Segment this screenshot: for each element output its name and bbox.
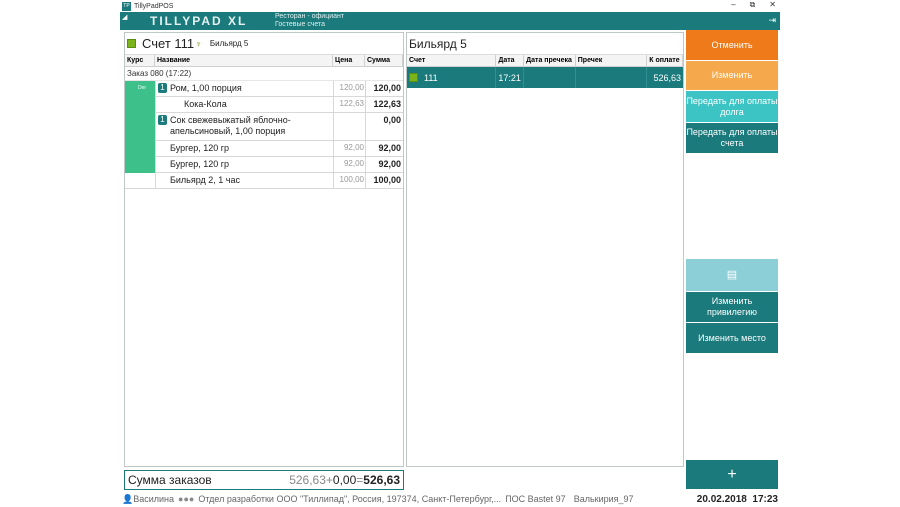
app-icon: TP xyxy=(122,1,131,11)
order-label: Заказ 080 (17:22) xyxy=(125,67,403,81)
change-place-button[interactable]: Изменить место xyxy=(686,323,778,354)
item-price: 100,00 xyxy=(333,173,365,188)
role-info: Ресторан - официант Гостевые счета xyxy=(275,13,344,29)
window-title: TillyPadPOS xyxy=(134,2,174,10)
minimize-button[interactable]: – xyxy=(731,0,735,10)
table-row[interactable]: 1 Сок свежевыжатый яблочно-апельсиновый, … xyxy=(125,113,403,141)
column-header: Дата xyxy=(496,55,525,66)
column-header: Пречек xyxy=(576,55,648,66)
status-pos: ПОС Bastet 97 xyxy=(505,494,566,504)
seat-badge: 1 xyxy=(158,115,167,125)
title-bar: TP TillyPadPOS – ⧉ ✕ xyxy=(120,0,780,12)
total-eq: = xyxy=(356,473,364,487)
total-extra: 0,00 xyxy=(332,473,357,487)
total-result: 526,63 xyxy=(363,473,400,487)
item-price xyxy=(333,113,365,140)
column-header: Счет xyxy=(407,55,497,66)
user-icon: 👤 xyxy=(122,493,134,504)
course-block[interactable]: Der xyxy=(125,81,155,173)
bills-title: Бильярд 5 xyxy=(407,33,683,55)
change-button[interactable]: Изменить xyxy=(686,61,778,91)
table-row[interactable]: Бургер, 120 гр 92,00 92,00 xyxy=(125,141,403,157)
status-datetime: 20.02.2018 17:23 xyxy=(697,494,778,505)
receipt-icon[interactable]: ▤ xyxy=(686,259,778,292)
column-header: Дата пречека xyxy=(524,55,576,66)
total-label: Сумма заказов xyxy=(128,473,212,487)
status-time: 17:23 xyxy=(752,493,778,505)
column-header: Курс xyxy=(125,55,155,66)
bill-date: 17:21 xyxy=(496,67,525,88)
status-square-icon xyxy=(409,73,418,82)
logo: TILLYPAD XL xyxy=(150,14,248,28)
account-header: Счет 111 ♆ Бильярд 5 xyxy=(125,33,403,55)
order-columns: Курс Название Цена Сумма xyxy=(125,55,403,67)
status-square-icon xyxy=(127,39,136,48)
menu-corner-icon[interactable]: ◢ xyxy=(122,13,127,21)
order-rows: Der 1 Ром, 1,00 порция 120,00 120,00 Кока… xyxy=(125,81,403,189)
table-row[interactable]: Кока-Кола 122,63 122,63 xyxy=(125,97,403,113)
item-sum: 100,00 xyxy=(365,173,403,188)
column-header: Сумма xyxy=(365,55,403,66)
table-row[interactable]: Бильярд 2, 1 час 100,00 100,00 xyxy=(125,173,403,189)
add-button[interactable]: + xyxy=(686,460,778,490)
status-user: Василина xyxy=(133,494,175,504)
bill-row[interactable]: 111 17:21 526,63 xyxy=(407,67,683,88)
seat-badge: 1 xyxy=(158,83,167,93)
item-name: Бургер, 120 гр xyxy=(170,159,230,169)
item-sum: 92,00 xyxy=(365,157,403,172)
bills-panel: Бильярд 5 Счет Дата Дата пречека Пречек … xyxy=(406,32,684,467)
bill-precheck-date xyxy=(524,67,576,88)
bill-payment: 526,63 xyxy=(653,72,681,83)
bills-columns: Счет Дата Дата пречека Пречек К оплате xyxy=(407,55,683,67)
account-panel: Счет 111 ♆ Бильярд 5 Курс Название Цена … xyxy=(124,32,404,467)
app-header: ◢ TILLYPAD XL Ресторан - официант Гостев… xyxy=(120,12,780,30)
action-buttons: Отменить Изменить Передать для оплаты до… xyxy=(686,30,778,490)
column-header: Название xyxy=(155,55,333,66)
item-price: 120,00 xyxy=(333,81,365,96)
item-price: 92,00 xyxy=(333,141,365,156)
close-button[interactable]: ✕ xyxy=(769,0,776,10)
item-sum: 122,63 xyxy=(365,97,403,112)
role-line2: Гостевые счета xyxy=(275,21,326,28)
exit-icon[interactable]: ⇥ xyxy=(768,15,776,26)
account-title: Счет 111 xyxy=(142,36,195,51)
bill-account: 111 xyxy=(424,72,438,83)
app-window: TP TillyPadPOS – ⧉ ✕ ◢ TILLYPAD XL Ресто… xyxy=(120,0,780,507)
total-plus: + xyxy=(325,473,333,487)
table-row[interactable]: Бургер, 120 гр 92,00 92,00 xyxy=(125,157,403,173)
bill-precheck xyxy=(576,67,648,88)
status-bar: 👤 Василина ●●● Отдел разработки ООО "Тил… xyxy=(120,491,780,507)
restore-button[interactable]: ⧉ xyxy=(750,0,756,10)
status-org: Отдел разработки ООО "Тиллипад", Россия,… xyxy=(198,494,502,504)
account-table-name: Бильярд 5 xyxy=(209,39,249,48)
item-name: Бильярд 2, 1 час xyxy=(170,175,241,185)
item-name: Кока-Кола xyxy=(184,99,227,109)
item-sum: 120,00 xyxy=(365,81,403,96)
transfer-bill-button[interactable]: Передать для оплаты счета xyxy=(686,123,778,154)
table-icon: ♆ xyxy=(195,38,202,49)
item-sum: 92,00 xyxy=(365,141,403,156)
item-sum: 0,00 xyxy=(365,113,403,140)
total-orders: 526,63 xyxy=(289,473,326,487)
item-name: Сок свежевыжатый яблочно-апельсиновый, 1… xyxy=(170,115,291,136)
table-row[interactable]: 1 Ром, 1,00 порция 120,00 120,00 xyxy=(125,81,403,97)
column-header: Цена xyxy=(333,55,365,66)
item-price: 92,00 xyxy=(333,157,365,172)
status-date: 20.02.2018 xyxy=(696,493,747,505)
item-name: Ром, 1,00 порция xyxy=(170,83,242,93)
role-line1: Ресторан - официант xyxy=(275,13,345,20)
change-privilege-button[interactable]: Изменить привилегию xyxy=(686,292,778,323)
item-name: Бургер, 120 гр xyxy=(170,143,230,153)
orders-total: Сумма заказов 526,63 + 0,00 = 526,63 xyxy=(124,470,404,490)
item-price: 122,63 xyxy=(333,97,365,112)
org-icon: ●●● xyxy=(178,494,195,504)
cancel-button[interactable]: Отменить xyxy=(686,30,778,61)
transfer-debt-button[interactable]: Передать для оплаты долга xyxy=(686,91,778,123)
status-device: Валькирия_97 xyxy=(573,494,634,504)
column-header: К оплате xyxy=(647,55,683,66)
